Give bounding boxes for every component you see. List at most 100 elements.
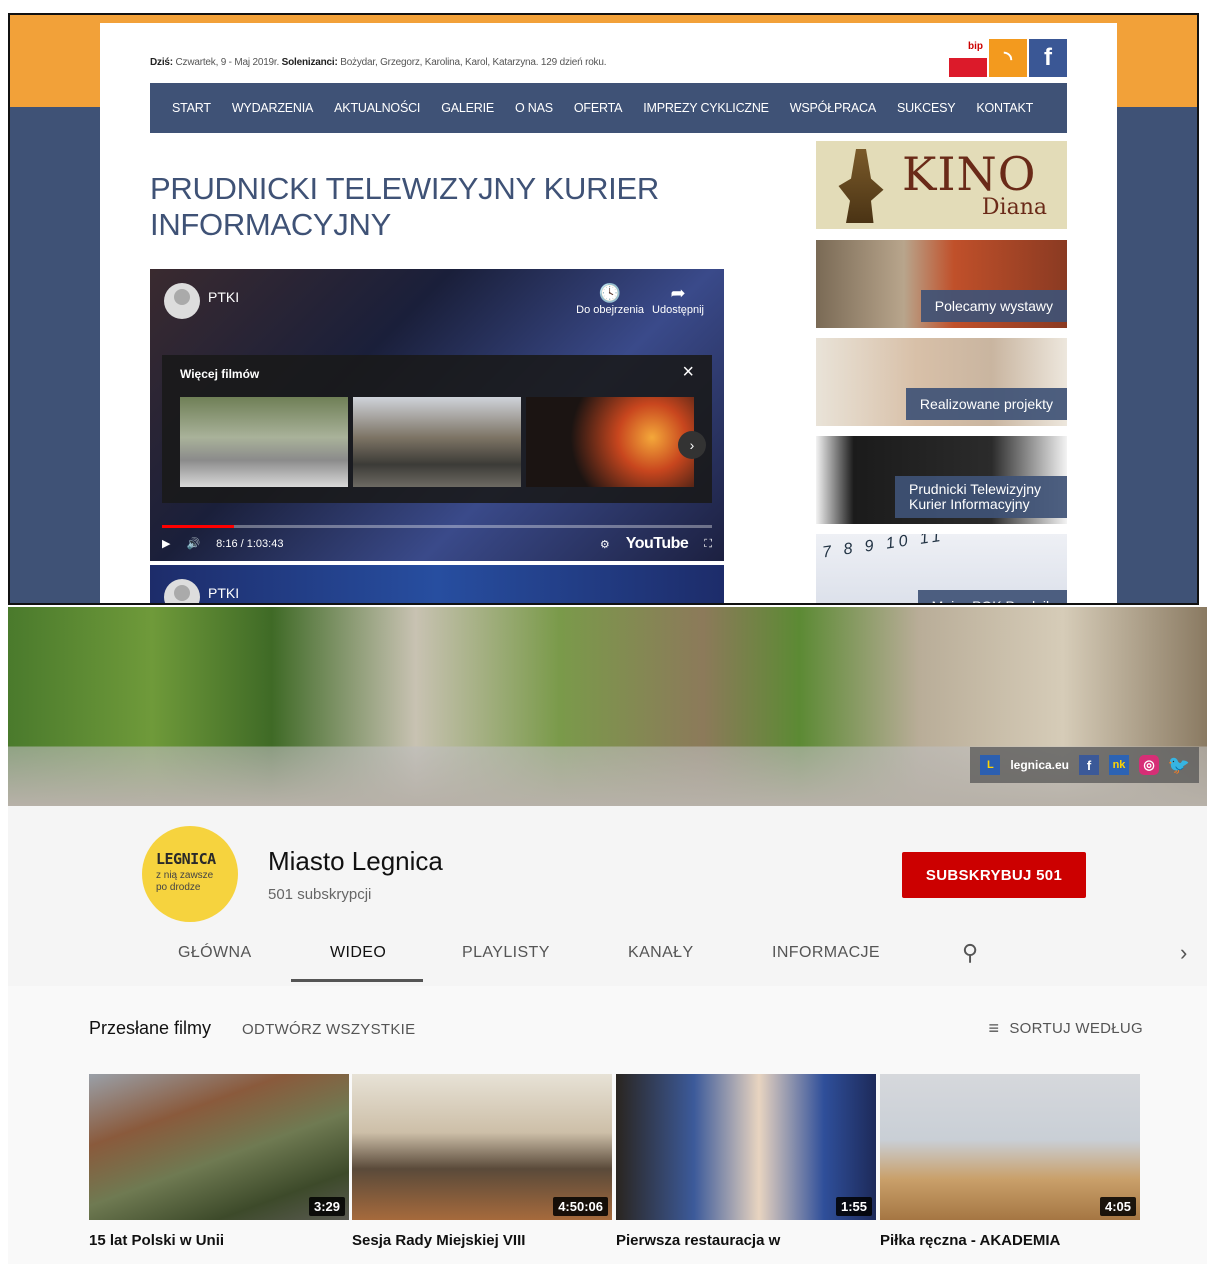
watch-later-label: Do obejrzenia: [576, 304, 645, 316]
sidebar-tile-kurier[interactable]: Prudnicki Telewizyjny Kurier Informacyjn…: [816, 436, 1067, 524]
date-label: Dziś:: [150, 57, 173, 68]
nav-galerie[interactable]: GALERIE: [441, 101, 494, 115]
channel-name: Miasto Legnica: [268, 846, 443, 876]
rss-icon[interactable]: ◝: [989, 39, 1027, 77]
video-title[interactable]: Pierwsza restauracja w: [616, 1232, 876, 1250]
video-card[interactable]: 3:29 15 lat Polski w Unii: [89, 1074, 349, 1250]
sort-label: SORTUJ WEDŁUG: [1009, 1020, 1143, 1037]
play-icon[interactable]: ▶: [162, 537, 170, 550]
date-text: Czwartek, 9 - Maj 2019r.: [175, 57, 280, 68]
twitter-icon[interactable]: 🐦: [1168, 755, 1190, 775]
subscribe-button[interactable]: SUBSKRYBUJ 501: [902, 852, 1086, 898]
sidebar-tile-maj[interactable]: 7 8 9 10 11 Maj w POK Prudnik: [816, 534, 1067, 603]
nav-wspolpraca[interactable]: WSPÓŁPRACA: [790, 101, 876, 115]
sort-button[interactable]: ≡ SORTUJ WEDŁUG: [989, 1018, 1143, 1039]
video-title[interactable]: Piłka ręczna - AKADEMIA: [880, 1232, 1140, 1250]
instagram-icon[interactable]: ◎: [1139, 755, 1159, 775]
logo-text: LEGNICA: [156, 850, 216, 868]
channel-avatar[interactable]: [164, 579, 200, 603]
more-videos-panel: Więcej filmów × ›: [162, 355, 712, 503]
nav-o-nas[interactable]: O NAS: [515, 101, 553, 115]
tab-informacje[interactable]: INFORMACJE: [772, 944, 880, 962]
video-thumbnail[interactable]: 4:50:06: [352, 1074, 612, 1220]
sort-icon: ≡: [988, 1018, 1000, 1038]
nk-icon[interactable]: nk: [1109, 755, 1129, 775]
nav-oferta[interactable]: OFERTA: [574, 101, 623, 115]
video-card[interactable]: 4:50:06 Sesja Rady Miejskiej VIII: [352, 1074, 612, 1250]
nav-sukcesy[interactable]: SUKCESY: [897, 101, 956, 115]
tile-caption: Polecamy wystawy: [920, 290, 1067, 322]
video-title[interactable]: Sesja Rady Miejskiej VIII: [352, 1232, 612, 1250]
video-thumbnail[interactable]: 1:55: [616, 1074, 876, 1220]
fullscreen-icon[interactable]: ⛶: [704, 538, 712, 551]
chevron-right-icon[interactable]: ›: [1180, 940, 1187, 966]
channel-avatar[interactable]: [164, 283, 200, 319]
videos-section: Przesłane filmy ODTWÓRZ WSZYSTKIE ≡ SORT…: [8, 986, 1207, 1264]
video-thumbnail[interactable]: 4:05: [880, 1074, 1140, 1220]
nav-wydarzenia[interactable]: WYDARZENIA: [232, 101, 314, 115]
calendar-icon: 7 8 9 10 11: [821, 534, 946, 562]
video-player[interactable]: PTKI 🕓 Do obejrzenia ➦ Udostępnij Więcej…: [150, 269, 724, 561]
youtube-logo[interactable]: YouTube: [626, 535, 689, 553]
watch-later-button[interactable]: 🕓 Do obejrzenia: [576, 283, 644, 316]
settings-icon[interactable]: ⚙: [600, 538, 610, 551]
sidebar-tile-projekty[interactable]: Realizowane projekty: [816, 338, 1067, 426]
progress-bar[interactable]: [162, 525, 712, 528]
player-actions: 🕓 Do obejrzenia ➦ Udostępnij: [576, 283, 704, 316]
nav-imprezy-cykliczne[interactable]: IMPREZY CYKLICZNE: [643, 101, 769, 115]
suggested-video-thumb[interactable]: [526, 397, 694, 487]
tab-glowna[interactable]: GŁÓWNA: [178, 944, 252, 962]
second-video-player[interactable]: PTKI: [150, 565, 724, 603]
video-thumbnail[interactable]: 3:29: [89, 1074, 349, 1220]
player-controls: ▶ 🔊 8:16 / 1:03:43 ⚙ YouTube ⛶: [162, 533, 712, 557]
more-videos-title: Więcej filmów: [180, 367, 260, 381]
facebook-icon[interactable]: f: [1079, 755, 1099, 775]
chevron-right-icon[interactable]: ›: [678, 431, 706, 459]
player-channel-name[interactable]: PTKI: [208, 289, 239, 305]
portal-screenshot: Dziś: Czwartek, 9 - Maj 2019r. Solenizan…: [8, 13, 1199, 605]
channel-avatar[interactable]: LEGNICA z nią zawsze po drodze: [142, 826, 238, 922]
kino-diana-banner[interactable]: KINO Diana: [816, 141, 1067, 229]
legnica-logo-icon: L: [980, 755, 1001, 775]
nav-aktualnosci[interactable]: AKTUALNOŚCI: [334, 101, 420, 115]
name-day-text: Bożydar, Grzegorz, Karolina, Karol, Kata…: [340, 57, 607, 68]
video-card[interactable]: 4:05 Piłka ręczna - AKADEMIA: [880, 1074, 1140, 1250]
video-duration: 1:55: [835, 1197, 872, 1216]
facebook-icon[interactable]: f: [1029, 39, 1067, 77]
bip-link[interactable]: bip: [949, 39, 987, 77]
share-button[interactable]: ➦ Udostępnij: [652, 283, 704, 316]
share-icon: ➦: [670, 283, 686, 303]
player2-channel-name[interactable]: PTKI: [208, 585, 239, 601]
tile-caption: Prudnicki Telewizyjny Kurier Informacyjn…: [895, 476, 1067, 518]
tab-kanaly[interactable]: KANAŁY: [628, 944, 694, 962]
tile-caption: Realizowane projekty: [905, 388, 1067, 420]
tab-playlisty[interactable]: PLAYLISTY: [462, 944, 550, 962]
portal-page: Dziś: Czwartek, 9 - Maj 2019r. Solenizan…: [100, 23, 1117, 603]
video-card[interactable]: 1:55 Pierwsza restauracja w: [616, 1074, 876, 1250]
time-display: 8:16 / 1:03:43: [216, 537, 284, 550]
nav-kontakt[interactable]: KONTAKT: [976, 101, 1033, 115]
volume-icon[interactable]: 🔊: [186, 537, 200, 550]
statue-icon: [838, 149, 884, 223]
bip-label: bip: [968, 41, 983, 52]
logo-slogan: z nią zawsze po drodze: [156, 870, 214, 893]
video-duration: 3:29: [308, 1197, 345, 1216]
video-duration: 4:50:06: [553, 1197, 608, 1216]
clock-icon: 🕓: [598, 283, 622, 303]
close-icon[interactable]: ×: [682, 361, 694, 384]
suggested-video-thumb[interactable]: [353, 397, 521, 487]
play-all-button[interactable]: ODTWÓRZ WSZYSTKIE: [242, 1021, 415, 1038]
video-duration: 4:05: [1099, 1197, 1136, 1216]
sidebar-tile-wystawy[interactable]: Polecamy wystawy: [816, 240, 1067, 328]
channel-banner: L legnica.eu f nk ◎ 🐦: [8, 607, 1207, 806]
name-day-label: Solenizanci:: [281, 57, 338, 68]
social-links: bip ◝ f: [949, 39, 1067, 77]
tab-wideo[interactable]: WIDEO: [330, 944, 386, 962]
suggested-video-thumb[interactable]: [180, 397, 348, 487]
video-title[interactable]: 15 lat Polski w Unii: [89, 1232, 349, 1250]
banner-website-link[interactable]: legnica.eu: [1010, 758, 1069, 772]
youtube-channel-screenshot: L legnica.eu f nk ◎ 🐦 LEGNICA z nią zaws…: [8, 607, 1207, 1264]
search-icon[interactable]: ⚲: [962, 940, 978, 966]
nav-start[interactable]: START: [172, 101, 211, 115]
active-tab-indicator: [291, 979, 423, 982]
